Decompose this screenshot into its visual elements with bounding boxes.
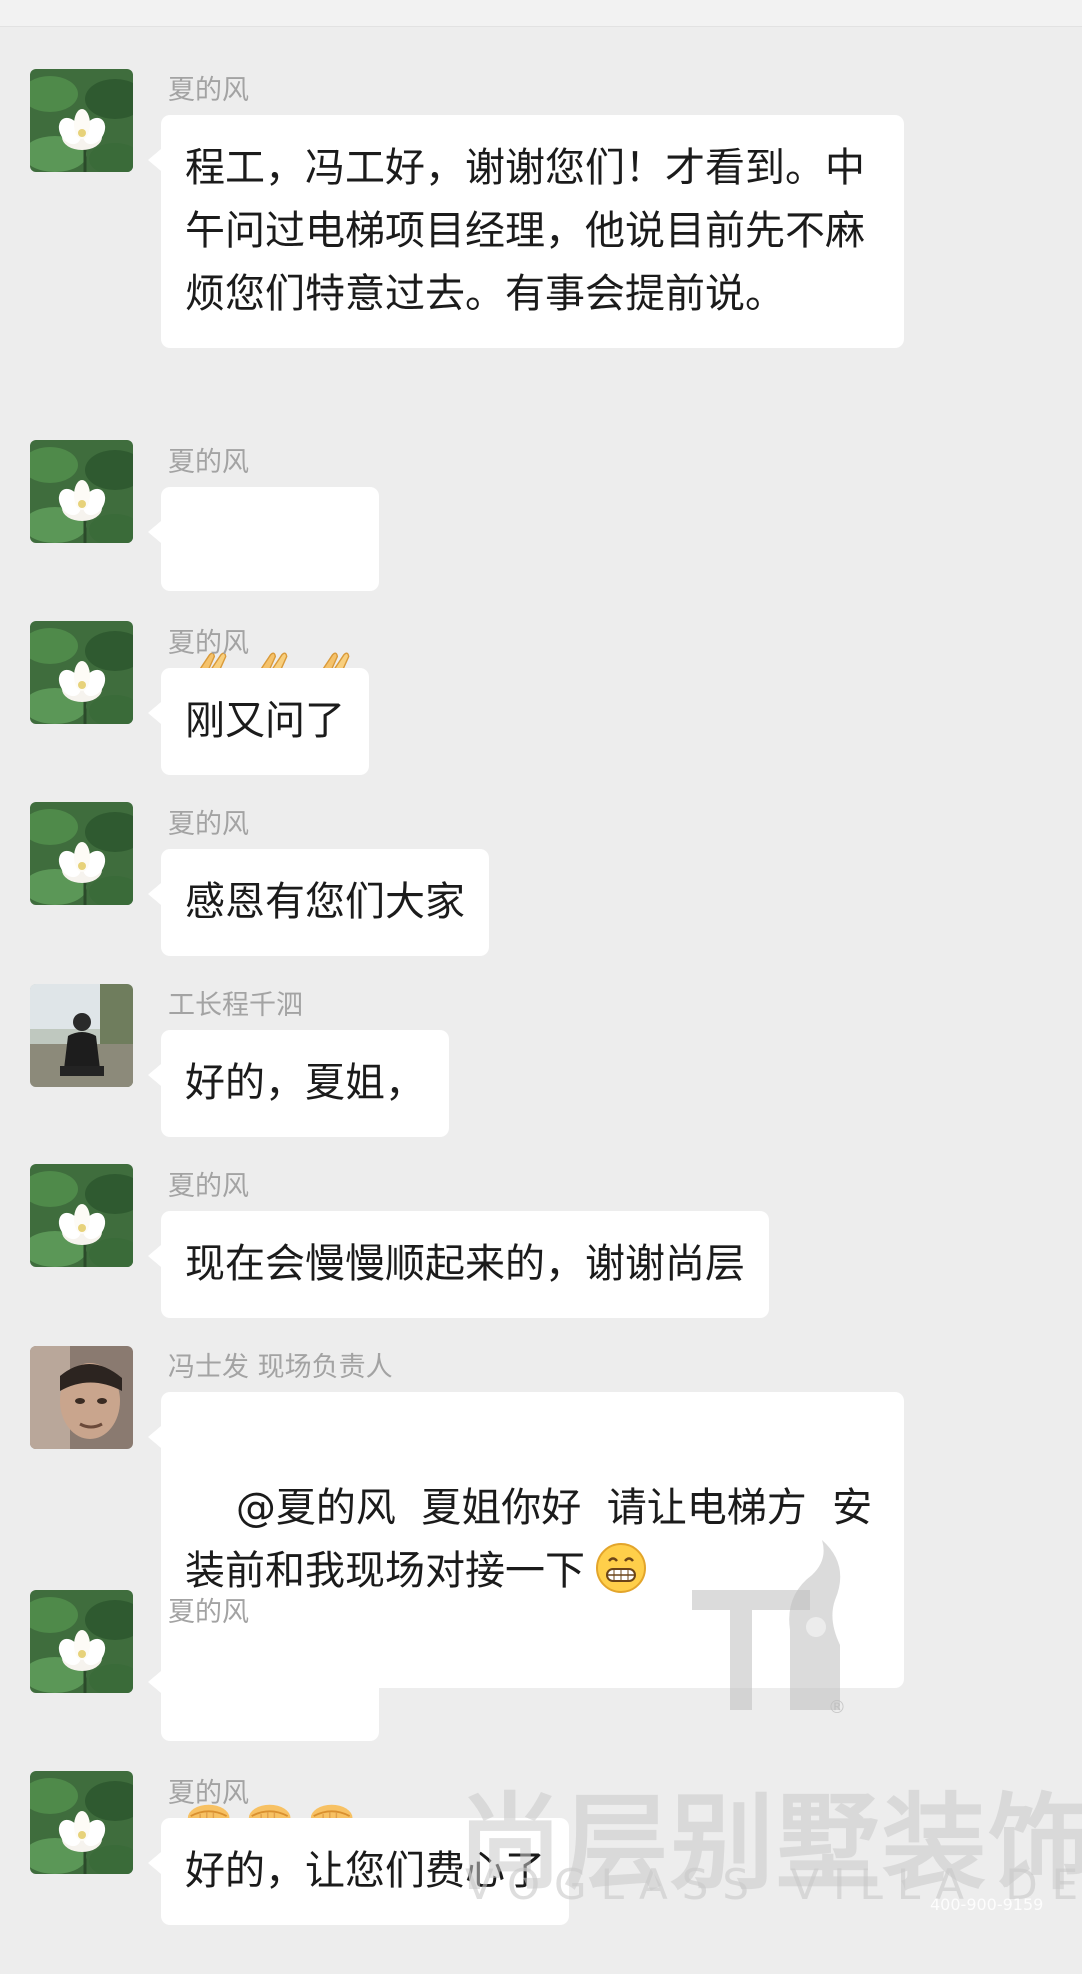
message-bubble[interactable]: 好的，夏姐， [148,1030,449,1137]
lotus-avatar[interactable] [30,802,133,905]
message-bubble[interactable]: 刚又问了 [148,668,369,775]
sender-name: 夏的风 [168,1778,249,1809]
sender-name: 夏的风 [168,1171,249,1202]
sender-name: 夏的风 [168,1597,249,1628]
message-bubble[interactable]: 好的，让您们费心了 [148,1818,569,1925]
sender-name: 夏的风 [168,628,249,659]
emoji-bubble[interactable] [148,487,379,591]
message-bubble[interactable]: 感恩有您们大家 [148,849,489,956]
lotus-avatar[interactable] [30,1164,133,1267]
emoji-bubble[interactable] [148,1637,379,1741]
sender-name: 冯士发 现场负责人 [168,1352,393,1383]
message-text: @夏的风 夏姐你好 请让电梯方 安装前和我现场对接一下 [185,1485,873,1594]
sender-name: 工长程千泗 [168,990,303,1021]
message-bubble[interactable]: 现在会慢慢顺起来的，谢谢尚层 [148,1211,769,1318]
message-bubble[interactable]: 程工，冯工好，谢谢您们！才看到。中午问过电梯项目经理，他说目前先不麻烦您们特意过… [148,115,904,348]
sender-name: 夏的风 [168,75,249,106]
lotus-avatar[interactable] [30,69,133,172]
brand-phone: 400-900-9159 [930,1895,1044,1914]
lotus-avatar[interactable] [30,440,133,543]
status-strip [0,0,1082,27]
man-portrait-avatar[interactable] [30,1346,133,1449]
man-outdoor-avatar[interactable] [30,984,133,1087]
registered-mark: ® [828,1697,846,1718]
grin-emoji [595,1542,647,1594]
sender-name: 夏的风 [168,809,249,840]
sender-name: 夏的风 [168,447,249,478]
lotus-avatar[interactable] [30,1771,133,1874]
lotus-avatar[interactable] [30,621,133,724]
lotus-avatar[interactable] [30,1590,133,1693]
